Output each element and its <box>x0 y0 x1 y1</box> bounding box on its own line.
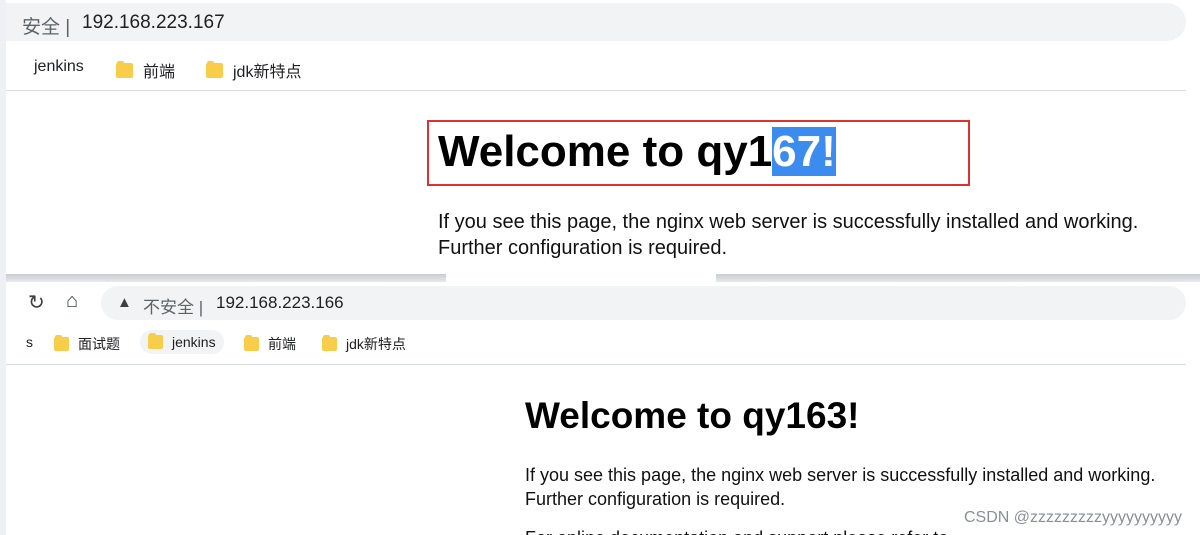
bookmark-jdk[interactable]: jdk新特点 <box>322 334 406 354</box>
bookmark-label: 前端 <box>268 336 296 352</box>
url-text[interactable]: 192.168.223.167 <box>82 12 225 34</box>
window-divider <box>6 274 1200 282</box>
page-content: Welcome to qy167! If you see this page, … <box>6 92 1200 275</box>
page-title: Welcome to qy167! <box>438 126 836 178</box>
page-paragraph: If you see this page, the nginx web serv… <box>438 211 1139 259</box>
bookmarks-bar: jenkins 前端 jdk新特点 <box>6 46 1186 91</box>
bookmark-jenkins[interactable]: jenkins <box>34 58 84 76</box>
folder-icon <box>148 333 163 349</box>
security-label: 不安全 | <box>143 298 204 317</box>
bookmark-label: 面试题 <box>78 336 120 352</box>
bookmark-label: 前端 <box>143 64 176 81</box>
folder-icon <box>54 335 69 351</box>
bookmark-label: jdk新特点 <box>233 64 302 81</box>
bookmark-s[interactable]: s <box>26 334 33 350</box>
bookmark-jdk[interactable]: jdk新特点 <box>206 58 301 82</box>
bookmark-jenkins[interactable]: jenkins <box>140 330 224 354</box>
bookmark-interview[interactable]: 面试题 <box>54 334 120 354</box>
bookmark-label: jenkins <box>172 334 216 350</box>
reload-icon[interactable]: ↻ <box>28 290 45 315</box>
page-title: Welcome to qy163! <box>525 395 860 436</box>
watermark: CSDN @zzzzzzzzzyyyyyyyyyy <box>963 509 1182 526</box>
browser-window-top: 安全 | 192.168.223.167 jenkins 前端 jdk新特点 W… <box>6 0 1200 275</box>
folder-icon <box>244 335 259 351</box>
security-label: 安全 | <box>22 17 71 38</box>
bookmark-label: jdk新特点 <box>346 336 406 352</box>
address-bar[interactable]: 安全 | 192.168.223.167 <box>6 3 1186 41</box>
browser-window-bottom: ↻ ⌂ ▲ 不安全 | 192.168.223.166 s 面试题 jenkin… <box>6 282 1200 535</box>
page-paragraph-2: For online documentation and support ple… <box>525 526 1165 535</box>
bookmark-label: s <box>26 334 33 350</box>
folder-icon <box>116 60 133 78</box>
bookmark-label: jenkins <box>34 58 84 75</box>
bookmark-frontend[interactable]: 前端 <box>116 58 175 82</box>
bookmarks-bar: s 面试题 jenkins 前端 jdk新特点 <box>6 324 1186 365</box>
home-icon[interactable]: ⌂ <box>66 290 78 313</box>
warning-icon[interactable]: ▲ <box>117 294 132 311</box>
folder-icon <box>206 60 223 78</box>
folder-icon <box>322 335 337 351</box>
url-text[interactable]: 192.168.223.166 <box>216 293 344 313</box>
title-text: Welcome to qy1 <box>438 127 773 176</box>
selected-text: 67! <box>772 127 836 176</box>
address-bar[interactable]: ▲ 不安全 | 192.168.223.166 <box>101 286 1186 320</box>
page-paragraph: If you see this page, the nginx web serv… <box>525 465 1156 509</box>
bookmark-frontend[interactable]: 前端 <box>244 334 296 354</box>
